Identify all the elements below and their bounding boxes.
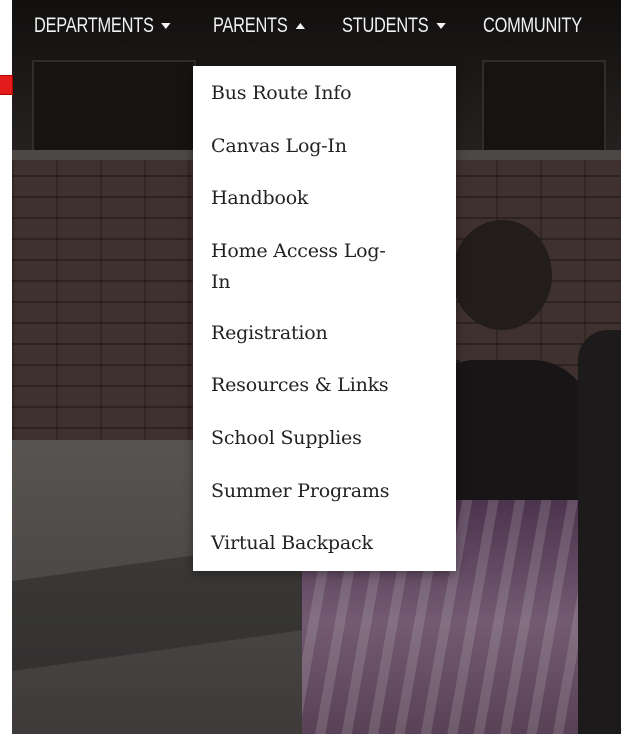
menu-item-home-access-login[interactable]: Home Access Log- In	[211, 236, 446, 298]
chevron-up-icon	[295, 23, 305, 29]
nav-item-community[interactable]: COMMUNITY	[483, 14, 582, 38]
menu-item-handbook[interactable]: Handbook	[211, 183, 446, 214]
accent-tab[interactable]	[0, 76, 12, 94]
menu-item-virtual-backpack[interactable]: Virtual Backpack	[211, 528, 446, 559]
menu-item-bus-route-info[interactable]: Bus Route Info	[211, 78, 446, 109]
menu-item-resources-links[interactable]: Resources & Links	[211, 370, 446, 401]
main-nav: DEPARTMENTS PARENTS STUDENTS COMMUNITY	[12, 0, 621, 56]
menu-item-canvas-login[interactable]: Canvas Log-In	[211, 131, 446, 162]
parents-dropdown-menu: Bus Route Info Canvas Log-In Handbook Ho…	[193, 66, 456, 571]
nav-item-departments[interactable]: DEPARTMENTS	[34, 14, 171, 38]
menu-item-school-supplies[interactable]: School Supplies	[211, 423, 446, 454]
menu-item-summer-programs[interactable]: Summer Programs	[211, 476, 446, 507]
nav-item-label: COMMUNITY	[483, 14, 582, 37]
nav-item-label: STUDENTS	[342, 14, 429, 37]
nav-item-label: PARENTS	[213, 14, 288, 37]
chevron-down-icon	[161, 23, 171, 29]
nav-item-label: DEPARTMENTS	[34, 14, 154, 37]
nav-item-parents[interactable]: PARENTS	[213, 14, 305, 38]
chevron-down-icon	[436, 23, 446, 29]
nav-item-students[interactable]: STUDENTS	[342, 14, 446, 38]
menu-item-registration[interactable]: Registration	[211, 318, 446, 349]
